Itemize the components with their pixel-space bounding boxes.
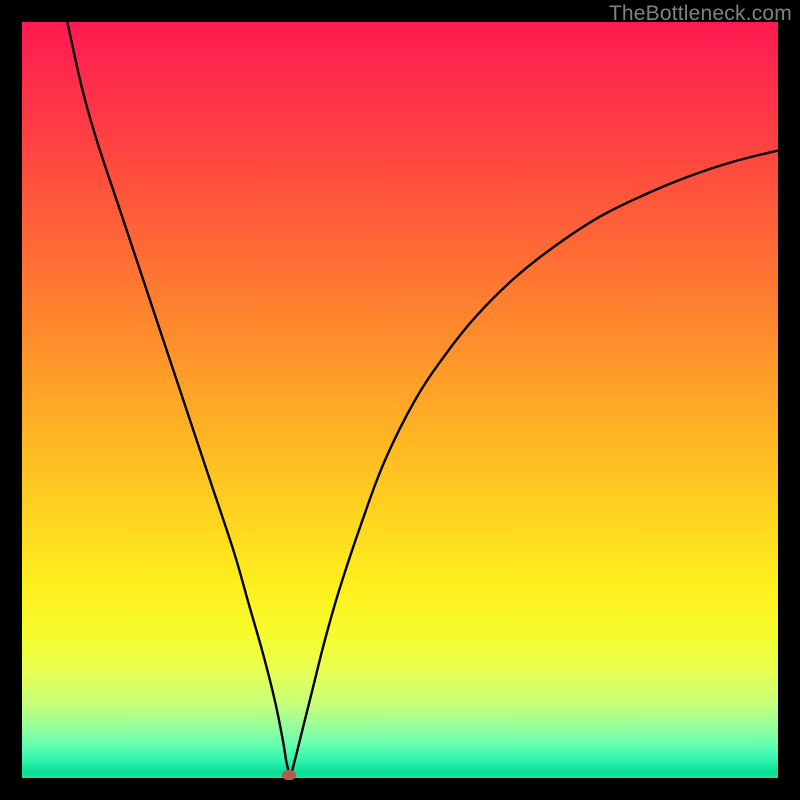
chart-frame: TheBottleneck.com [0, 0, 800, 800]
curve-svg [22, 22, 778, 778]
watermark-text: TheBottleneck.com [609, 2, 792, 26]
curve-path [67, 22, 778, 774]
plot-area [22, 22, 778, 778]
minimum-marker [282, 770, 296, 780]
